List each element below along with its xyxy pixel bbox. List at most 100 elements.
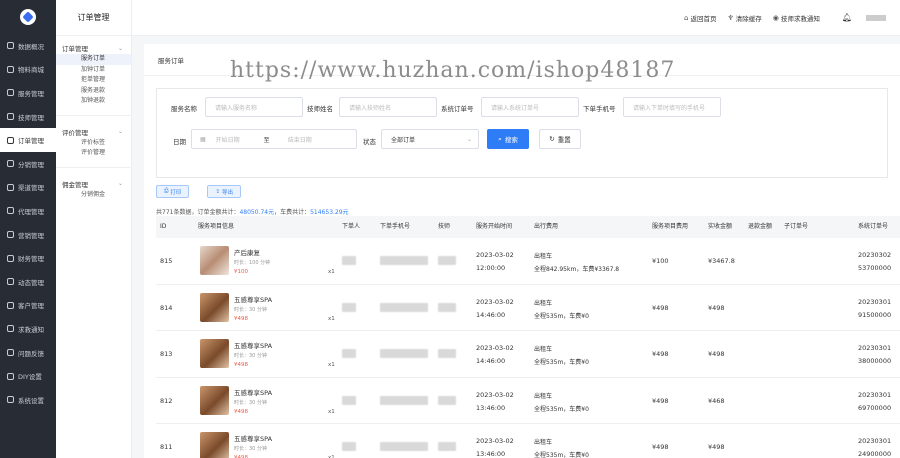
submenu-item[interactable]: 拒单管理: [56, 75, 131, 86]
submenu-item[interactable]: 加钟退款: [56, 96, 131, 107]
nav-item-order[interactable]: 订单管理: [0, 128, 56, 152]
nav-item-agent[interactable]: 代理管理: [0, 199, 56, 223]
system-order-number: 20230302: [858, 251, 892, 259]
tech-name-input[interactable]: 请输入技师姓名: [339, 97, 437, 117]
customer-phone-redacted: [380, 395, 428, 405]
export-button[interactable]: ⇪ 导出: [207, 185, 242, 198]
submenu-title: 订单管理: [56, 0, 131, 36]
service-qty: x1: [328, 315, 335, 322]
print-button[interactable]: ⎙ 打印: [156, 185, 190, 198]
submenu-item[interactable]: 分销佣金: [56, 190, 131, 201]
table-row[interactable]: 814 五感尊享SPA 时长：30 分钟 ¥498 x1 2023-03-02 14:46:…: [156, 285, 900, 331]
feedback-icon: [7, 349, 14, 357]
nav-item-label: 系统设置: [18, 396, 44, 405]
nav-item-dashboard[interactable]: 数据概况: [0, 34, 56, 58]
phone-input[interactable]: 请输入下单时填写的手机号: [623, 97, 721, 117]
table-row[interactable]: 813 五感尊享SPA 时长：30 分钟 ¥498 x1 2023-03-02 14:46:…: [156, 331, 900, 378]
submenu-item[interactable]: 评价管理: [56, 148, 131, 159]
clear-cache-link[interactable]: ♆ 清除缓存: [727, 13, 761, 23]
submenu-group: 佣金管理 ⌄ 分销佣金: [56, 172, 131, 205]
nav-item-marketing[interactable]: 营销管理: [0, 223, 56, 247]
order-id: 814: [160, 303, 173, 312]
table-row[interactable]: 812 五感尊享SPA 时长：30 分钟 ¥498 x1 2023-03-02 13:46:…: [156, 378, 900, 424]
sys-order-input[interactable]: 请输入系统订单号: [481, 97, 579, 117]
technician-redacted: [438, 302, 456, 312]
status-value: 全部订单: [391, 136, 416, 144]
system-order-number-cont: 69700000: [858, 403, 892, 412]
service-duration: 时长：30 分钟: [234, 399, 267, 406]
nav-item-customer[interactable]: 客户管理: [0, 294, 56, 318]
order-id: 815: [160, 257, 173, 265]
customer-name-redacted: [342, 395, 356, 405]
submenu-item[interactable]: 服务订单: [56, 54, 131, 65]
travel-detail: 全程842.95km，车费¥3367.8: [534, 266, 620, 273]
nav-item-label: 求救通知: [18, 325, 44, 334]
sos-notice-link[interactable]: ◉ 技师求救通知: [773, 13, 820, 23]
submenu-item[interactable]: 加钟订单: [56, 65, 131, 76]
nav-item-feedback[interactable]: 问题反馈: [0, 341, 56, 365]
service-start-date: 2023-03-02: [476, 437, 514, 445]
nav-item-label: 营销管理: [18, 231, 44, 240]
service-duration: 时长：30 分钟: [234, 306, 267, 313]
customer-phone-redacted: [380, 349, 428, 358]
nav-item-technician[interactable]: 技师管理: [0, 105, 56, 129]
nav-item-sos[interactable]: 求救通知: [0, 317, 56, 341]
submenu-group-header[interactable]: 佣金管理 ⌄: [56, 178, 131, 190]
reset-button[interactable]: ↻ 重置: [539, 129, 581, 149]
main-nav: 数据概况 物料商城 服务管理 技师管理 订单管理 分销管理 渠道管理 代理管理营销管理财务管理…: [0, 0, 56, 458]
submenu-item[interactable]: 服务退款: [56, 86, 131, 97]
nav-item-diy[interactable]: DIY设置: [0, 364, 56, 388]
service-name: 五感尊享SPA: [234, 435, 273, 443]
technician-redacted: [438, 442, 456, 451]
distribution-icon: [7, 160, 14, 168]
service-qty: x1: [328, 408, 335, 415]
column-header: 下单手机号: [380, 223, 411, 230]
travel-mode: 出租车: [534, 439, 553, 446]
received-amount: ¥3467.8: [708, 257, 735, 265]
submenu-item[interactable]: 评价标签: [56, 138, 131, 149]
status-select[interactable]: 全部订单 ⌄: [381, 129, 479, 149]
travel-mode: 出租车: [534, 299, 553, 307]
service-name: 五感尊享SPA: [234, 295, 273, 304]
submenu-group-header[interactable]: 订单管理 ⌄: [56, 42, 131, 54]
home-link[interactable]: ⌂ 返回首页: [684, 13, 716, 23]
submenu-group-header[interactable]: 评价管理 ⌄: [56, 126, 131, 138]
nav-item-finance[interactable]: 财务管理: [0, 246, 56, 270]
column-header: 服务项目信息: [198, 223, 235, 230]
nav-item-shop[interactable]: 物料商城: [0, 58, 56, 82]
nav-item-label: 财务管理: [18, 255, 44, 264]
service-start-time: 14:46:00: [476, 357, 506, 365]
search-button[interactable]: ⌕ 搜索: [487, 129, 529, 149]
table-row[interactable]: 811 五感尊享SPA 时长：30 分钟 ¥498 x1 2023-03-02 13:46:…: [156, 424, 900, 458]
service-duration: 时长：30 分钟: [234, 353, 267, 359]
user-avatar[interactable]: [866, 14, 886, 21]
technician-redacted: [438, 395, 456, 405]
nav-item-channel[interactable]: 渠道管理: [0, 176, 56, 200]
summary-mid: ，车费共计：: [274, 209, 311, 216]
logo[interactable]: [0, 0, 56, 34]
service-name-input[interactable]: 请输入服务名称: [205, 97, 303, 117]
submenu-group-label: 订单管理: [62, 45, 88, 53]
chevron-down-icon: ⌄: [117, 44, 123, 52]
table-body: 815 产后康复 时长：100 分钟 ¥100 x1 2023-03-02 12:00:00…: [156, 238, 900, 458]
technician-icon: [7, 113, 14, 121]
chevron-down-icon: ⌄: [117, 180, 123, 187]
nav-item-dynamic[interactable]: 动态管理: [0, 270, 56, 294]
chevron-down-icon: ⌄: [466, 135, 472, 143]
table-row[interactable]: 815 产后康复 时长：100 分钟 ¥100 x1 2023-03-02 12:00:00…: [156, 238, 900, 285]
date-range-picker[interactable]: ▦ 开始日期 至 结束日期: [191, 129, 357, 149]
settings-icon: [7, 396, 14, 404]
system-order-number: 20230301: [858, 344, 892, 352]
nav-item-service[interactable]: 服务管理: [0, 81, 56, 105]
submenu-divider: [56, 114, 131, 116]
travel-mode: 出租车: [534, 346, 553, 353]
nav-item-label: 客户管理: [18, 302, 44, 311]
nav-item-settings[interactable]: 系统设置: [0, 388, 56, 412]
nav-item-distribution[interactable]: 分销管理: [0, 152, 56, 176]
date-to: 至: [263, 136, 270, 144]
service-price: ¥498: [234, 315, 248, 322]
service-name: 五感尊享SPA: [234, 342, 273, 350]
order-id: 811: [160, 443, 173, 451]
bell-icon[interactable]: 🔔︎: [842, 13, 852, 22]
customer-phone-redacted: [380, 256, 428, 265]
